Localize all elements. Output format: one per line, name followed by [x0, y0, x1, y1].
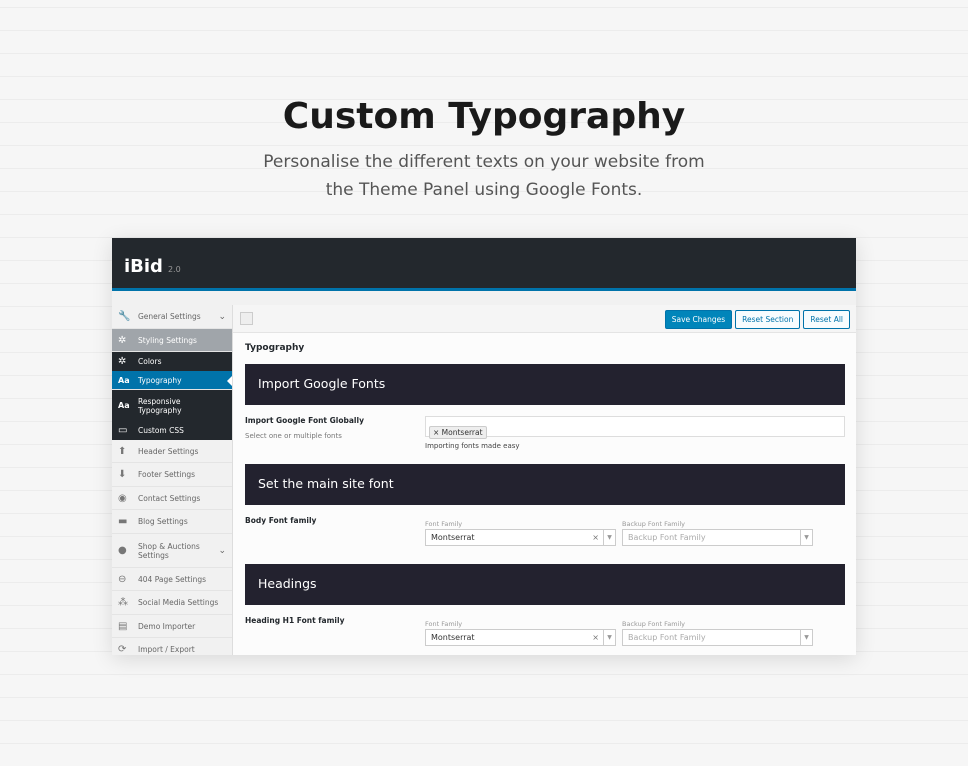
- sidebar-item-label: General Settings: [138, 312, 201, 321]
- main-content: Save Changes Reset Section Reset All Typ…: [233, 305, 856, 655]
- font-icon: Aa: [118, 401, 130, 410]
- sidebar-item-label: Demo Importer: [138, 621, 196, 631]
- font-icon: Aa: [118, 375, 130, 385]
- sidebar-item[interactable]: Aa Typography: [112, 371, 232, 390]
- body-font-row: Body Font family Font Family Montserrat ×…: [245, 505, 844, 564]
- clear-icon: ×: [592, 533, 599, 542]
- calculator-icon: ▤: [118, 620, 128, 632]
- sidebar-item[interactable]: ◉ Contact Settings: [112, 487, 232, 510]
- css-icon: ▭: [118, 425, 128, 436]
- sidebar-item-label: Import / Export: [138, 645, 195, 654]
- save-changes-button[interactable]: Save Changes: [664, 310, 733, 329]
- sidebar-item[interactable]: ● Shop & Auctions Settings ⌄: [112, 534, 232, 568]
- hero-subtitle: Personalise the different texts on your …: [263, 152, 705, 200]
- backup-font-select[interactable]: Backup Font Family ▼: [622, 629, 813, 646]
- refresh-icon: ⟳: [118, 644, 127, 655]
- font-tag[interactable]: × Montserrat: [429, 426, 487, 439]
- sidebar-item-label: Social Media Settings: [138, 598, 219, 607]
- sidebar-item-label: Custom CSS: [138, 426, 184, 435]
- backup-font-select[interactable]: Backup Font Family ▼: [622, 529, 813, 546]
- sidebar-item[interactable]: ✲ Styling Settings: [112, 329, 232, 352]
- theme-panel: iBid 2.0 🔧 General Settings ⌄ ✲ Styling Setti…: [112, 238, 856, 655]
- sidebar-item[interactable]: ▬ Blog Settings: [112, 510, 232, 534]
- sidebar-item-label: Responsive Typography: [138, 396, 182, 415]
- minus-circle-icon: ⊖: [118, 573, 127, 585]
- sidebar-item[interactable]: ⬇ Footer Settings: [112, 463, 232, 487]
- cart-icon: ●: [118, 545, 127, 556]
- chevron-down-icon: ▼: [603, 530, 615, 545]
- field-note: Importing fonts made easy: [425, 442, 520, 450]
- app-version: 2.0: [167, 265, 181, 274]
- chevron-down-icon[interactable]: ⌄: [218, 546, 226, 556]
- sidebar-item[interactable]: ▤ Demo Importer: [112, 615, 232, 638]
- sidebar-item[interactable]: ⬆ Header Settings: [112, 440, 232, 463]
- groups-icon: ⁂: [118, 597, 128, 608]
- google-fonts-input[interactable]: × Montserrat: [425, 416, 845, 439]
- font-family-select[interactable]: Montserrat × ▼: [425, 529, 616, 546]
- section-main-site-font: Set the main site font: [245, 464, 845, 505]
- sidebar-item[interactable]: Aa Responsive Typography: [112, 390, 232, 421]
- field-label: Import Google Font Globally: [245, 416, 364, 425]
- arrow-up-icon: ⬆: [118, 445, 127, 457]
- sidebar-item-label: Footer Settings: [138, 470, 196, 479]
- font-family-label: Font Family: [425, 520, 463, 528]
- app-name: iBid: [124, 256, 163, 277]
- hero-title: Custom Typography: [282, 96, 686, 137]
- h1-font-row: Heading H1 Font family Font Family Monts…: [245, 605, 844, 655]
- toolbar: Save Changes Reset Section Reset All: [233, 305, 856, 333]
- sidebar: 🔧 General Settings ⌄ ✲ Styling Settings ✲ Colo…: [112, 305, 233, 655]
- section-import-google-fonts: Import Google Fonts: [245, 364, 845, 405]
- field-label: Body Font family: [245, 516, 317, 525]
- expand-icon[interactable]: [240, 312, 253, 325]
- comment-icon: ▬: [118, 516, 128, 527]
- sidebar-item-label: Colors: [138, 357, 162, 366]
- sidebar-item-label: Shop & Auctions Settings: [138, 541, 200, 560]
- sidebar-item[interactable]: ⟳ Import / Export: [112, 638, 232, 655]
- sidebar-item-label: Header Settings: [138, 446, 199, 456]
- field-label: Heading H1 Font family: [245, 616, 345, 625]
- reset-section-button[interactable]: Reset Section: [735, 310, 801, 329]
- font-family-select[interactable]: Montserrat × ▼: [425, 629, 616, 646]
- sidebar-item-label: Blog Settings: [138, 517, 188, 526]
- sidebar-item[interactable]: ✲ Colors: [112, 352, 232, 371]
- sidebar-item-label: Contact Settings: [138, 493, 201, 503]
- location-icon: ◉: [118, 492, 127, 504]
- sidebar-item-label: Styling Settings: [138, 335, 197, 345]
- chevron-down-icon: ▼: [800, 530, 812, 545]
- sidebar-item[interactable]: ⊖ 404 Page Settings: [112, 568, 232, 591]
- magic-wand-icon: ✲: [118, 334, 127, 346]
- sidebar-item-label: 404 Page Settings: [138, 574, 207, 584]
- chevron-down-icon[interactable]: ⌄: [218, 312, 226, 322]
- backup-font-label: Backup Font Family: [622, 620, 686, 628]
- import-font-row: Import Google Font Globally Select one o…: [245, 405, 845, 464]
- sidebar-item[interactable]: ▭ Custom CSS: [112, 421, 232, 440]
- section-headings: Headings: [245, 564, 845, 605]
- sidebar-item[interactable]: 🔧 General Settings ⌄: [112, 305, 232, 329]
- wrench-icon: 🔧: [118, 311, 131, 322]
- clear-icon: ×: [592, 633, 599, 642]
- panel-header: iBid 2.0: [112, 238, 856, 291]
- arrow-down-icon: ⬇: [118, 469, 127, 480]
- page-title: Typography: [245, 343, 305, 353]
- magic-wand-icon: ✲: [118, 356, 127, 367]
- sidebar-item[interactable]: ⁂ Social Media Settings: [112, 591, 232, 615]
- chevron-down-icon: ▼: [800, 630, 812, 645]
- chevron-down-icon: ▼: [603, 630, 615, 645]
- backup-font-label: Backup Font Family: [622, 520, 686, 528]
- sidebar-item-label: Typography: [138, 375, 182, 385]
- field-description: Select one or multiple fonts: [245, 432, 342, 440]
- font-family-label: Font Family: [425, 620, 463, 628]
- reset-all-button[interactable]: Reset All: [803, 310, 850, 329]
